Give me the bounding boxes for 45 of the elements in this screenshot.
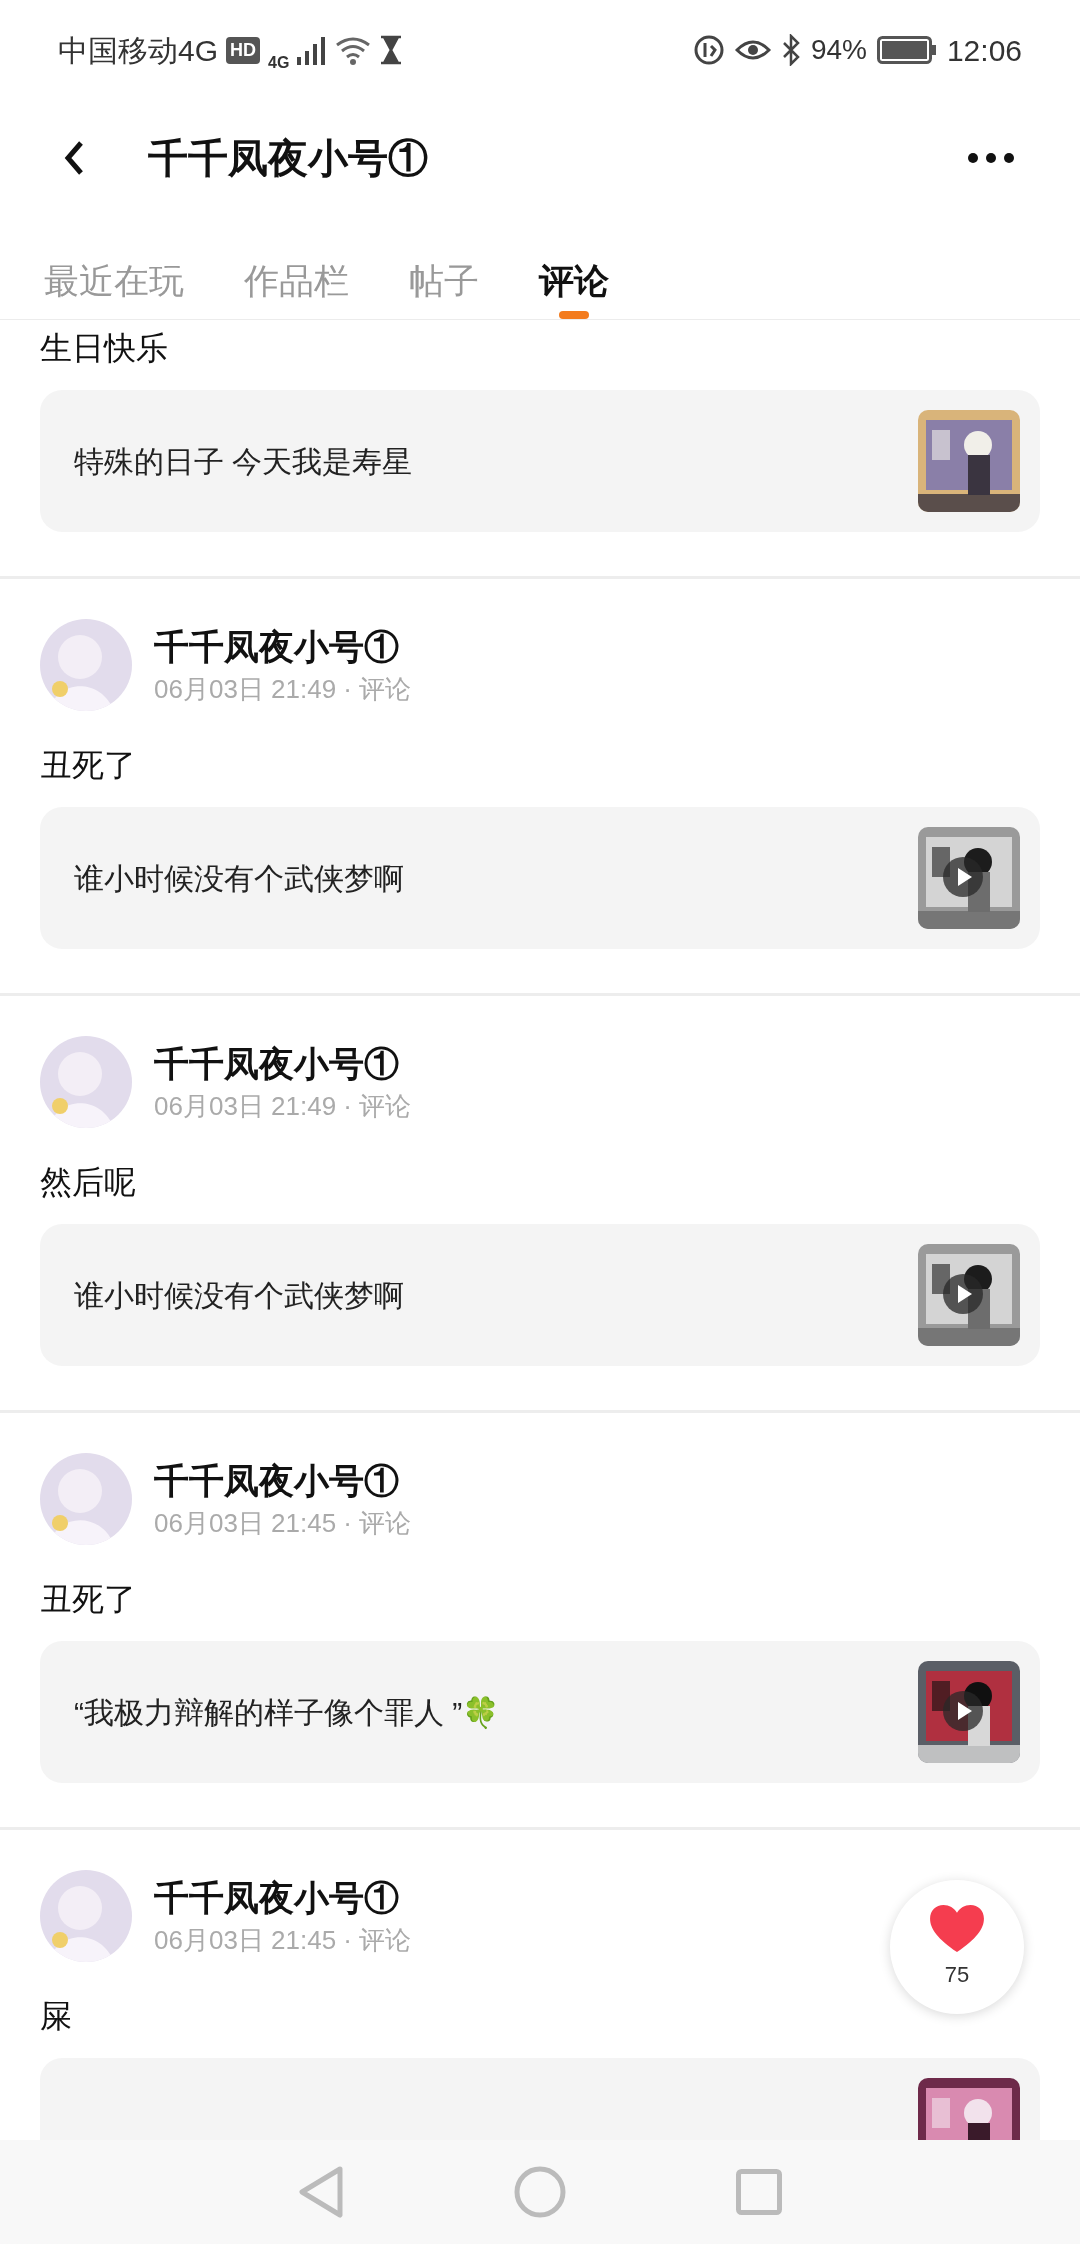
comment-text: 生日快乐 xyxy=(40,329,169,368)
play-icon[interactable] xyxy=(943,1691,983,1731)
post-card[interactable]: 特殊的日子 今天我是寿星 xyxy=(40,390,1040,532)
tab-indicator xyxy=(559,311,589,319)
like-button[interactable]: 75 xyxy=(890,1880,1024,2014)
post-title: “我极力辩解的样子像个罪人 ”🍀 xyxy=(74,1695,500,1729)
comment-meta: 06月03日 21:45 · 评论 xyxy=(154,1924,412,1957)
back-icon xyxy=(64,139,84,176)
comment-meta: 06月03日 21:45 · 评论 xyxy=(154,1507,412,1540)
wifi-icon xyxy=(335,35,372,65)
heart-icon xyxy=(928,1903,986,1954)
comment-meta: 06月03日 21:49 · 评论 xyxy=(154,673,412,706)
comment-text: 丑死了 xyxy=(40,746,137,785)
tab[interactable]: 评论 xyxy=(539,215,609,319)
comment-meta: 06月03日 21:49 · 评论 xyxy=(154,1090,412,1123)
clock: 12:06 xyxy=(946,32,1022,69)
comment-text: 屎 xyxy=(40,1997,73,2036)
post-card[interactable]: “我极力辩解的样子像个罪人 ”🍀 xyxy=(40,1641,1040,1783)
data-saver-icon xyxy=(692,34,725,66)
bluetooth-icon xyxy=(780,34,801,66)
comment-text: 丑死了 xyxy=(40,1580,137,1619)
post-card[interactable]: 谁小时候没有个武侠梦啊 xyxy=(40,807,1040,949)
home-nav-icon[interactable] xyxy=(514,2166,566,2218)
post-card[interactable]: 谁小时候没有个武侠梦啊 xyxy=(40,1224,1040,1366)
hd-badge: HD xyxy=(226,36,261,64)
play-icon[interactable] xyxy=(943,1274,983,1314)
post-title: 谁小时候没有个武侠梦啊 xyxy=(74,861,404,895)
post-title: 谁小时候没有个武侠梦啊 xyxy=(74,1278,404,1312)
play-icon[interactable] xyxy=(943,857,983,897)
more-icon xyxy=(968,152,1014,163)
page-title: 千千凤夜小号① xyxy=(148,134,429,182)
author-name[interactable]: 千千凤夜小号① xyxy=(154,1874,412,1922)
battery-percent: 94% xyxy=(810,33,867,67)
hourglass-icon xyxy=(379,35,404,65)
comment-text: 然后呢 xyxy=(40,1163,137,1202)
author-name[interactable]: 千千凤夜小号① xyxy=(154,1040,412,1088)
recents-nav-icon[interactable] xyxy=(736,2169,782,2215)
back-nav-icon[interactable] xyxy=(298,2165,344,2219)
author-name[interactable]: 千千凤夜小号① xyxy=(154,1457,412,1505)
author-name[interactable]: 千千凤夜小号① xyxy=(154,623,412,671)
carrier-name: 中国移动4G xyxy=(58,32,219,69)
post-title: 特殊的日子 今天我是寿星 xyxy=(74,444,413,478)
battery-icon xyxy=(876,36,937,64)
network-label: 4G xyxy=(268,53,290,73)
signal-icon xyxy=(297,35,328,65)
